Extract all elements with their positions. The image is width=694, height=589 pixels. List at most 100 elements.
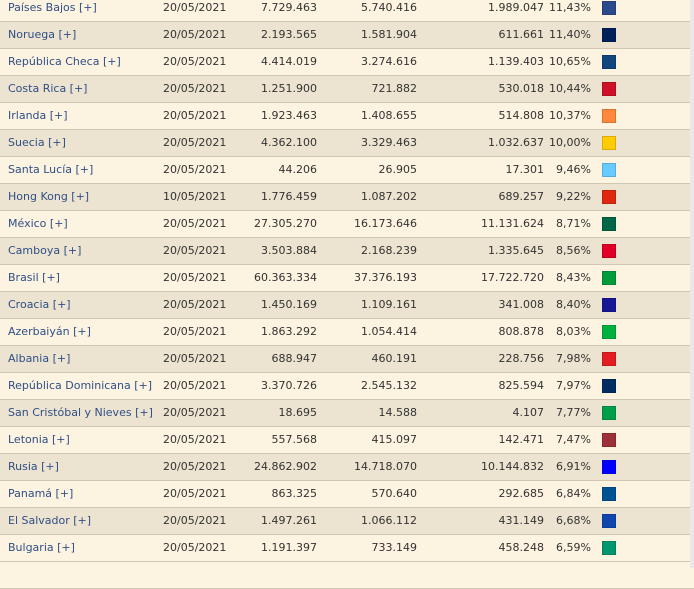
country-link[interactable]: República Checa [+]	[8, 49, 121, 75]
country-link[interactable]: El Salvador [+]	[8, 508, 91, 534]
country-link[interactable]: Hong Kong [+]	[8, 184, 89, 210]
date-cell: 20/05/2021	[163, 76, 226, 102]
first-dose-cell: 14.588	[379, 400, 418, 426]
percent-cell: 7,47%	[556, 427, 591, 453]
date-cell: 20/05/2021	[163, 427, 226, 453]
first-dose-cell: 1.109.161	[361, 292, 417, 318]
percent-cell: 8,40%	[556, 292, 591, 318]
table-row: San Cristóbal y Nieves [+]20/05/202118.6…	[0, 400, 694, 427]
country-link[interactable]: Camboya [+]	[8, 238, 81, 264]
percent-cell: 11,43%	[549, 0, 591, 21]
country-link[interactable]: Santa Lucía [+]	[8, 157, 93, 183]
total-doses-cell: 7.729.463	[261, 0, 317, 21]
table-row: Letonia [+]20/05/2021557.568415.097142.4…	[0, 427, 694, 454]
first-dose-cell: 570.640	[372, 481, 418, 507]
total-doses-cell: 24.862.902	[254, 454, 317, 480]
flag-swatch	[602, 28, 616, 42]
first-dose-cell: 5.740.416	[361, 0, 417, 21]
second-dose-cell: 1.989.047	[488, 0, 544, 21]
percent-cell: 10,37%	[549, 103, 591, 129]
date-cell: 20/05/2021	[163, 103, 226, 129]
percent-cell: 7,97%	[556, 373, 591, 399]
scrollbar-edge[interactable]	[690, 0, 694, 568]
flag-swatch	[602, 163, 616, 177]
flag-swatch	[602, 190, 616, 204]
first-dose-cell: 1.066.112	[361, 508, 417, 534]
second-dose-cell: 17.301	[506, 157, 545, 183]
flag-swatch	[602, 379, 616, 393]
date-cell: 20/05/2021	[163, 508, 226, 534]
first-dose-cell: 3.274.616	[361, 49, 417, 75]
table-row: Santa Lucía [+]20/05/202144.20626.90517.…	[0, 157, 694, 184]
country-link[interactable]: Letonia [+]	[8, 427, 70, 453]
percent-cell: 6,59%	[556, 535, 591, 561]
total-doses-cell: 60.363.334	[254, 265, 317, 291]
country-link[interactable]: Noruega [+]	[8, 22, 76, 48]
first-dose-cell: 37.376.193	[354, 265, 417, 291]
total-doses-cell: 1.497.261	[261, 508, 317, 534]
table-row: Noruega [+]20/05/20212.193.5651.581.9046…	[0, 22, 694, 49]
percent-cell: 6,84%	[556, 481, 591, 507]
table-row-partial	[0, 562, 694, 589]
flag-swatch	[602, 55, 616, 69]
total-doses-cell: 4.362.100	[261, 130, 317, 156]
date-cell: 20/05/2021	[163, 319, 226, 345]
total-doses-cell: 3.503.884	[261, 238, 317, 264]
country-link[interactable]: Azerbaiyán [+]	[8, 319, 91, 345]
date-cell: 20/05/2021	[163, 22, 226, 48]
flag-swatch	[602, 136, 616, 150]
total-doses-cell: 2.193.565	[261, 22, 317, 48]
second-dose-cell: 611.661	[499, 22, 545, 48]
second-dose-cell: 458.248	[499, 535, 545, 561]
percent-cell: 8,03%	[556, 319, 591, 345]
country-link[interactable]: Irlanda [+]	[8, 103, 68, 129]
second-dose-cell: 4.107	[513, 400, 545, 426]
percent-cell: 8,43%	[556, 265, 591, 291]
country-link[interactable]: San Cristóbal y Nieves [+]	[8, 400, 153, 426]
date-cell: 20/05/2021	[163, 265, 226, 291]
first-dose-cell: 16.173.646	[354, 211, 417, 237]
second-dose-cell: 228.756	[499, 346, 545, 372]
total-doses-cell: 4.414.019	[261, 49, 317, 75]
country-link[interactable]: Bulgaria [+]	[8, 535, 75, 561]
table-row: El Salvador [+] 20/05/2021 1.497.261 1.066.…	[0, 508, 694, 535]
table-row: Albania [+]20/05/2021688.947460.191228.7…	[0, 346, 694, 373]
table-row: Costa Rica [+]20/05/20211.251.900721.882…	[0, 76, 694, 103]
date-cell: 20/05/2021	[163, 481, 226, 507]
percent-cell: 10,44%	[549, 76, 591, 102]
flag-swatch	[602, 541, 616, 555]
table-row: Países Bajos [+]20/05/20217.729.4635.740…	[0, 0, 694, 22]
second-dose-cell: 808.878	[499, 319, 545, 345]
first-dose-cell: 2.545.132	[361, 373, 417, 399]
country-link[interactable]: Costa Rica [+]	[8, 76, 87, 102]
second-dose-cell: 1.335.645	[488, 238, 544, 264]
country-link[interactable]: Croacia [+]	[8, 292, 71, 318]
country-link[interactable]: República Dominicana [+]	[8, 373, 152, 399]
first-dose-cell: 14.718.070	[354, 454, 417, 480]
country-link[interactable]: México [+]	[8, 211, 68, 237]
country-link[interactable]: Países Bajos [+]	[8, 0, 97, 21]
table-row: Croacia [+]20/05/20211.450.1691.109.1613…	[0, 292, 694, 319]
first-dose-cell: 3.329.463	[361, 130, 417, 156]
table-row: Irlanda [+]20/05/20211.923.4631.408.6555…	[0, 103, 694, 130]
table-row: Camboya [+]20/05/20213.503.8842.168.2391…	[0, 238, 694, 265]
country-link[interactable]: Panamá [+]	[8, 481, 73, 507]
date-cell: 20/05/2021	[163, 292, 226, 318]
second-dose-cell: 17.722.720	[481, 265, 544, 291]
table-row: Brasil [+] 20/05/2021 60.363.334 37.376.193…	[0, 265, 694, 292]
first-dose-cell: 2.168.239	[361, 238, 417, 264]
flag-swatch	[602, 271, 616, 285]
percent-cell: 6,91%	[556, 454, 591, 480]
date-cell: 20/05/2021	[163, 535, 226, 561]
second-dose-cell: 825.594	[499, 373, 545, 399]
country-link[interactable]: Albania [+]	[8, 346, 70, 372]
total-doses-cell: 1.776.459	[261, 184, 317, 210]
vaccination-table: Países Bajos [+] 20/05/2021 7.729.463 5.740…	[0, 0, 694, 589]
country-link[interactable]: Rusia [+]	[8, 454, 59, 480]
table-row: Bulgaria [+]20/05/20211.191.397733.14945…	[0, 535, 694, 562]
second-dose-cell: 431.149	[499, 508, 545, 534]
first-dose-cell: 415.097	[372, 427, 418, 453]
country-link[interactable]: Suecia [+]	[8, 130, 66, 156]
percent-cell: 11,40%	[549, 22, 591, 48]
country-link[interactable]: Brasil [+]	[8, 265, 60, 291]
